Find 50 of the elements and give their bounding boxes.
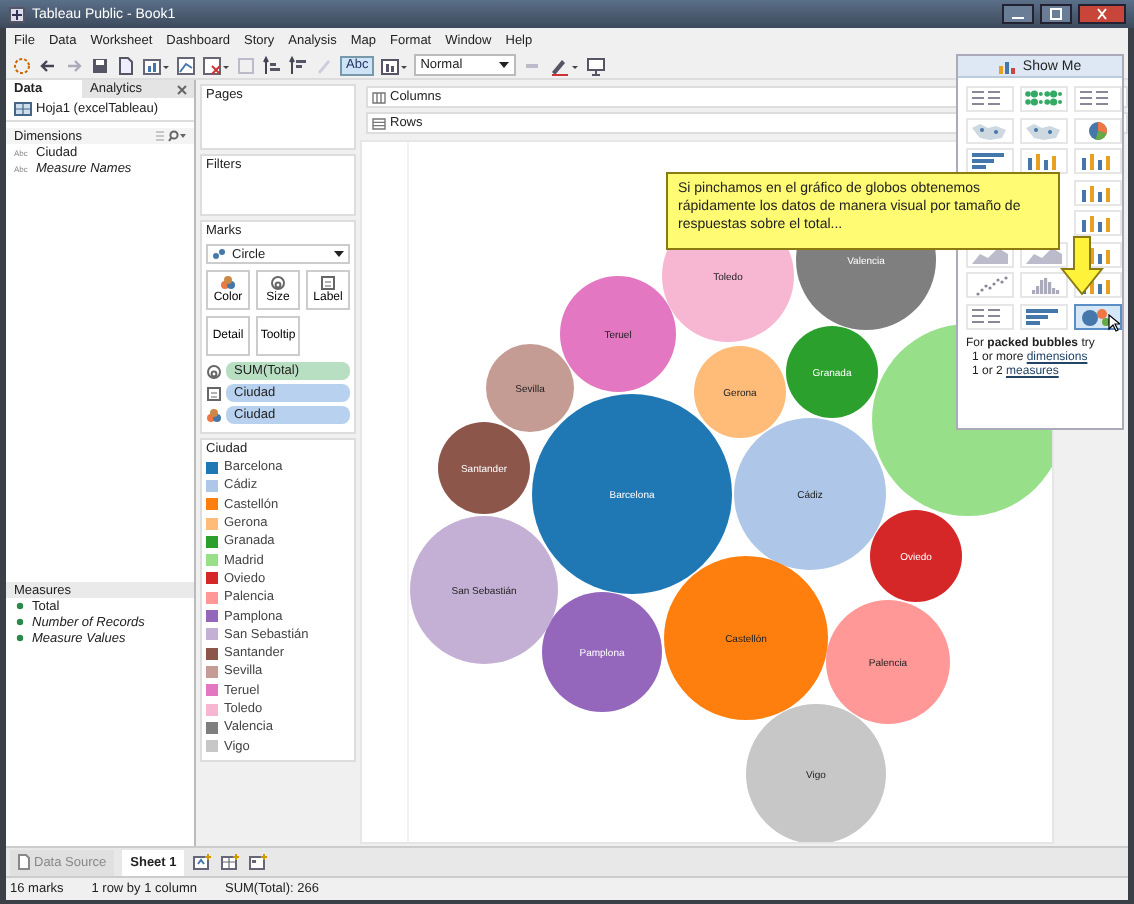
bubble[interactable] bbox=[786, 326, 878, 418]
close-icon bbox=[1094, 8, 1110, 20]
bubble[interactable] bbox=[410, 516, 558, 664]
arrow-left-icon[interactable] bbox=[38, 55, 58, 75]
size-icon bbox=[270, 276, 286, 290]
bubble[interactable] bbox=[734, 418, 886, 570]
size-icon bbox=[206, 363, 222, 379]
chart-icon[interactable] bbox=[380, 55, 409, 75]
circle-icon bbox=[212, 248, 226, 260]
document-icon bbox=[18, 854, 30, 870]
bubble[interactable] bbox=[542, 592, 662, 712]
caret-icon bbox=[498, 60, 511, 70]
rows-icon bbox=[372, 117, 386, 129]
bubble[interactable] bbox=[486, 344, 574, 432]
chart-type-icon bbox=[1022, 119, 1066, 141]
maximize-button[interactable] bbox=[1040, 4, 1072, 24]
bubble[interactable] bbox=[560, 276, 676, 392]
new-worksheet-icon[interactable] bbox=[192, 854, 213, 870]
maximize-icon bbox=[1048, 8, 1064, 20]
new-dashboard-icon[interactable] bbox=[220, 854, 241, 870]
database-icon bbox=[14, 102, 32, 116]
close-icon[interactable] bbox=[176, 83, 188, 95]
presentation-icon[interactable] bbox=[586, 55, 607, 75]
search-icon[interactable] bbox=[154, 130, 186, 142]
caret-icon bbox=[334, 250, 344, 258]
bubble[interactable] bbox=[438, 422, 530, 514]
new-story-icon[interactable] bbox=[248, 854, 269, 870]
color-icon bbox=[206, 407, 222, 423]
label-icon bbox=[320, 276, 336, 290]
bubble[interactable] bbox=[532, 394, 732, 594]
bubble[interactable] bbox=[870, 510, 962, 602]
arrow-tooltip bbox=[1060, 236, 1104, 296]
close-button[interactable] bbox=[1078, 4, 1126, 24]
chart-icon[interactable] bbox=[176, 55, 196, 75]
chart-type-button[interactable] bbox=[1074, 303, 1122, 329]
chart-type-icon bbox=[1022, 88, 1066, 110]
columns-icon bbox=[372, 91, 386, 103]
sort-ascending-icon[interactable] bbox=[262, 55, 282, 75]
bar-chart-icon bbox=[998, 59, 1017, 73]
bubble[interactable] bbox=[694, 346, 786, 438]
label-icon bbox=[206, 385, 222, 401]
sort-descending-icon[interactable] bbox=[288, 55, 308, 75]
color-icon bbox=[220, 276, 236, 290]
app-icon bbox=[8, 5, 26, 23]
chart-icon[interactable] bbox=[142, 55, 170, 75]
chart-type-icon bbox=[968, 119, 1012, 141]
clear-sheet-icon[interactable] bbox=[202, 55, 230, 75]
pen-icon[interactable] bbox=[548, 55, 581, 75]
bubble[interactable] bbox=[664, 556, 828, 720]
minimize-button[interactable] bbox=[1002, 4, 1034, 24]
